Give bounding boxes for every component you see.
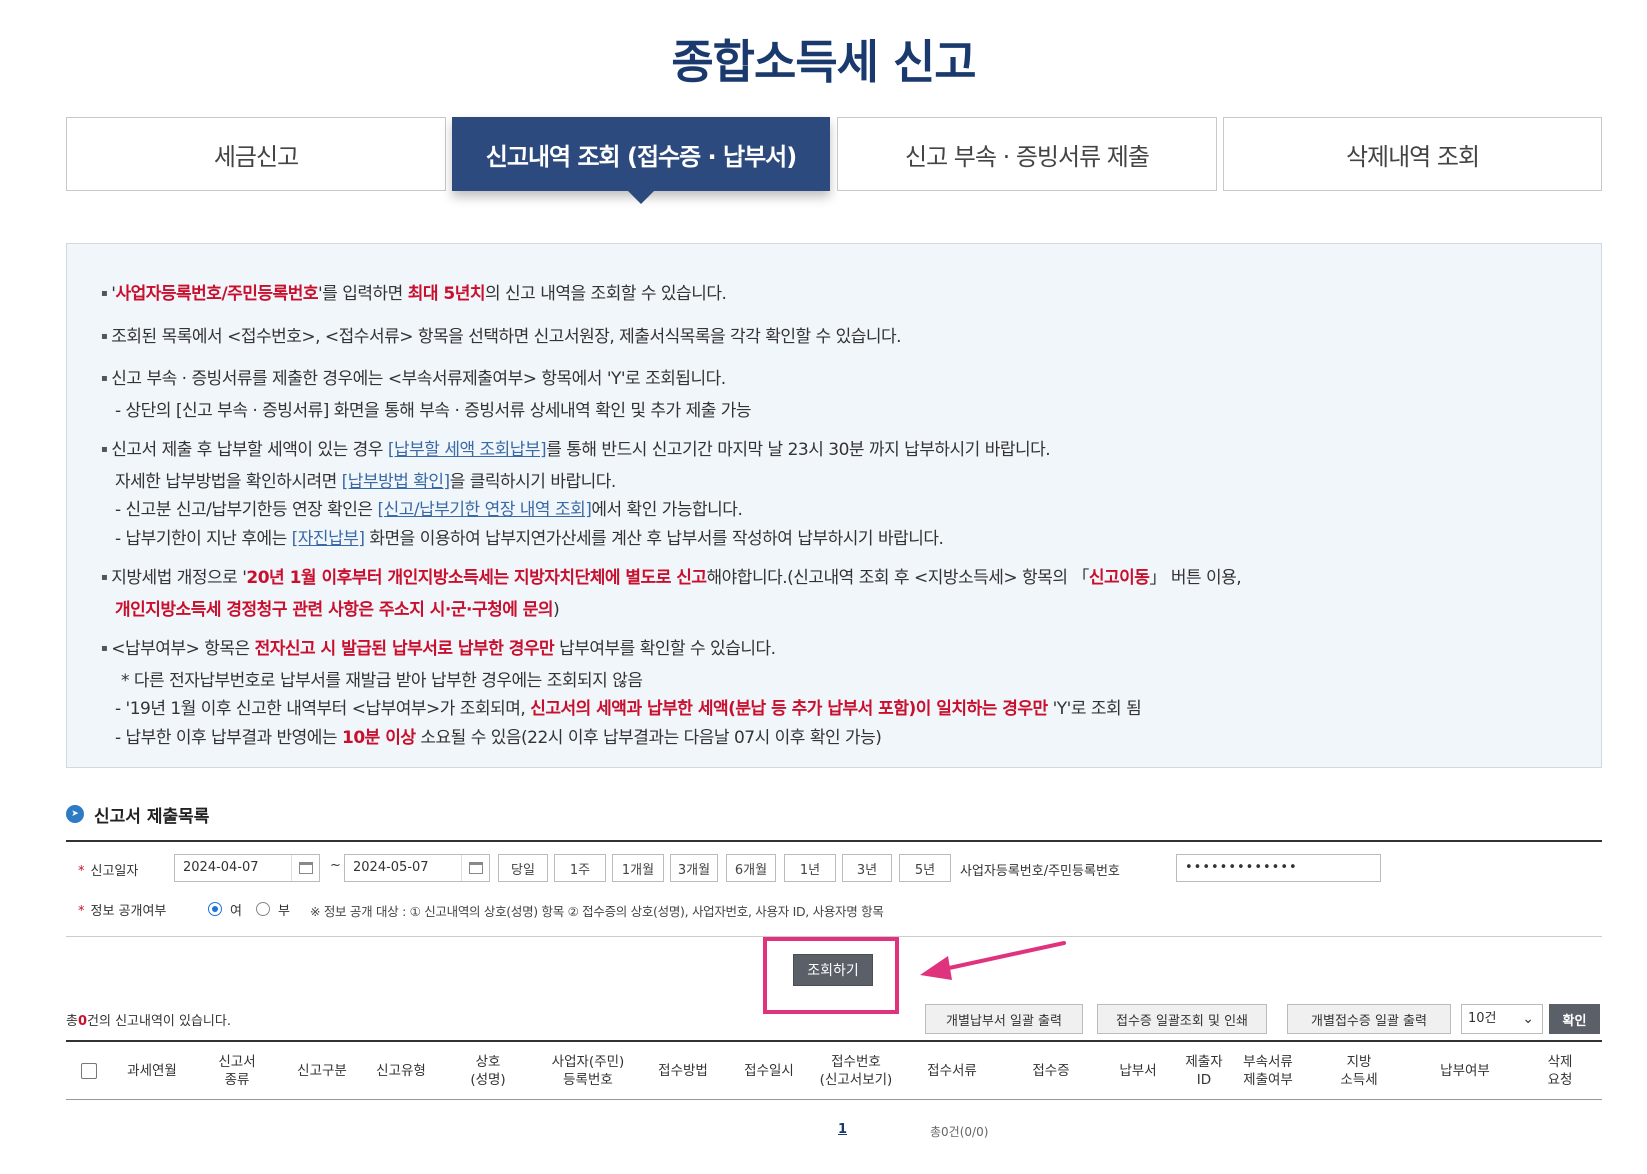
notice-line: <납부여부> 항목은 전자신고 시 발급된 납부서로 납부한 경우만 납부여부를… — [101, 635, 1567, 667]
table-header: 과세연월 신고서 종류 신고구분 신고유형 상호 (성명) 사업자(주민) 등록번호 … — [66, 1040, 1602, 1100]
period-1month-button[interactable]: 1개월 — [612, 854, 664, 882]
tax-payment-link[interactable]: [납부할 세액 조회납부] — [388, 440, 547, 460]
date-from-input[interactable]: 2024-04-07 — [174, 854, 320, 882]
page-link-1[interactable]: 1 — [838, 1122, 847, 1137]
batch-payment-print-button[interactable]: 개별납부서 일괄 출력 — [925, 1004, 1083, 1034]
calendar-icon[interactable] — [461, 855, 489, 881]
notice-line: 자세한 납부방법을 확인하시려면 [납부방법 확인]을 클릭하시기 바랍니다. — [115, 471, 616, 492]
notice-line: 지방세법 개정으로 '20년 1월 이후부터 개인지방소득세는 지방자치단체에 … — [101, 564, 1567, 596]
notice-line: - 상단의 [신고 부속 · 증빙서류] 화면을 통해 부속 · 증빙서류 상세… — [115, 400, 752, 421]
date-range-tilde: ~ — [330, 858, 341, 873]
period-1week-button[interactable]: 1주 — [554, 854, 606, 882]
public-yes-label: 여 — [230, 904, 242, 919]
notice-line: - 납부한 이후 납부결과 반영에는 10분 이상 소요될 수 있음(22시 이… — [115, 727, 882, 748]
batch-individual-receipt-button[interactable]: 개별접수증 일괄 출력 — [1287, 1004, 1451, 1034]
notice-line: 신고 부속 · 증빙서류를 제출한 경우에는 <부속서류제출여부> 항목에서 '… — [101, 365, 1567, 397]
notice-line: '사업자등록번호/주민등록번호'를 입력하면 최대 5년치의 신고 내역을 조회… — [101, 280, 1567, 312]
result-count: 총0건의 신고내역이 있습니다. — [66, 1014, 231, 1029]
pointer-arrow-icon — [920, 941, 1066, 980]
page-title: 종합소득세 신고 — [671, 35, 976, 89]
tab-deleted-history[interactable]: 삭제내역 조회 — [1223, 117, 1602, 191]
query-button[interactable]: 조회하기 — [793, 954, 873, 986]
extension-history-link[interactable]: [신고/납부기한 연장 내역 조회] — [377, 500, 591, 520]
tab-tax-filing[interactable]: 세금신고 — [66, 117, 446, 191]
column-header: 신고유형 — [376, 1063, 426, 1079]
column-header: 사업자(주민) 등록번호 — [551, 1054, 625, 1088]
chevron-down-icon: ⌄ — [1522, 1011, 1534, 1027]
notice-line: - 신고분 신고/납부기한등 연장 확인은 [신고/납부기한 연장 내역 조회]… — [115, 500, 743, 520]
tab-bar: 세금신고 신고내역 조회 (접수증 · 납부서) 신고 부속 · 증빙서류 제출… — [66, 117, 1602, 204]
column-header: 과세연월 — [127, 1063, 177, 1079]
section-title: ➤ 신고서 제출목록 — [66, 803, 209, 827]
select-all-cell — [66, 1042, 112, 1100]
batch-receipt-print-button[interactable]: 접수증 일괄조회 및 인쇄 — [1097, 1004, 1267, 1034]
arrow-circle-icon: ➤ — [66, 805, 84, 823]
notice-line: - 납부기한이 지난 후에는 [자진납부] 화면을 이용하여 납부지연가산세를 … — [115, 528, 944, 549]
column-header: 접수증 — [1032, 1063, 1070, 1079]
search-panel: * 신고일자 2024-04-07 ~ 2024-05-07 당일 1주 1개월 … — [66, 840, 1602, 937]
date-label: * 신고일자 — [78, 864, 139, 879]
column-header: 접수서류 — [927, 1063, 977, 1079]
column-header: 신고서 종류 — [218, 1054, 256, 1088]
column-header: 부속서류 제출여부 — [1243, 1054, 1293, 1088]
column-header: 납부여부 — [1440, 1063, 1490, 1079]
total-count: 총0건(0/0) — [930, 1125, 989, 1139]
public-info-text: ※ 정보 공개 대상 : ① 신고내역의 상호(성명) 항목 ② 접수증의 상호… — [310, 904, 884, 919]
period-today-button[interactable]: 당일 — [498, 854, 548, 882]
notice-line: 조회된 목록에서 <접수번호>, <접수서류> 항목을 선택하면 신고서원장, … — [101, 323, 1567, 355]
calendar-icon[interactable] — [291, 855, 319, 881]
column-header: 납부서 — [1119, 1063, 1157, 1079]
column-header: 지방 소득세 — [1340, 1054, 1378, 1088]
notice-line: - '19년 1월 이후 신고한 내역부터 <납부여부>가 조회되며, 신고서의… — [115, 699, 1142, 719]
column-header: 제출자 ID — [1185, 1054, 1223, 1088]
notice-line: 개인지방소득세 경정청구 관련 사항은 주소지 시·군·구청에 문의) — [115, 599, 560, 620]
notice-box: '사업자등록번호/주민등록번호'를 입력하면 최대 5년치의 신고 내역을 조회… — [66, 243, 1602, 768]
column-header: 상호 (성명) — [470, 1054, 506, 1088]
notice-line: * 다른 전자납부번호로 납부서를 재발급 받아 납부한 경우에는 조회되지 않… — [121, 670, 643, 691]
period-3year-button[interactable]: 3년 — [842, 854, 892, 882]
public-no-radio[interactable] — [256, 902, 270, 916]
notice-line: 신고서 제출 후 납부할 세액이 있는 경우 [납부할 세액 조회납부]를 통해… — [101, 436, 1567, 468]
column-header: 접수번호 (신고서보기) — [819, 1054, 893, 1088]
payment-method-link[interactable]: [납부방법 확인] — [342, 472, 451, 492]
id-input[interactable]: ••••••••••••• — [1176, 854, 1381, 882]
id-label: 사업자등록번호/주민등록번호 — [960, 864, 1120, 879]
period-3month-button[interactable]: 3개월 — [670, 854, 718, 882]
select-all-checkbox[interactable] — [81, 1063, 97, 1079]
public-yes-radio[interactable] — [208, 902, 222, 916]
period-1year-button[interactable]: 1년 — [784, 854, 836, 882]
tab-attachment-submit[interactable]: 신고 부속 · 증빙서류 제출 — [837, 117, 1217, 191]
tab-filing-history[interactable]: 신고내역 조회 (접수증 · 납부서) — [452, 117, 830, 204]
page-size-select[interactable]: 10건 ⌄ — [1461, 1004, 1543, 1034]
public-label: * 정보 공개여부 — [78, 904, 167, 919]
column-header: 삭제 요청 — [1547, 1054, 1573, 1088]
self-payment-link[interactable]: [자진납부] — [292, 529, 365, 549]
date-to-input[interactable]: 2024-05-07 — [344, 854, 490, 882]
period-5year-button[interactable]: 5년 — [899, 854, 951, 882]
column-header: 접수일시 — [744, 1063, 794, 1079]
confirm-button[interactable]: 확인 — [1549, 1004, 1600, 1034]
period-6month-button[interactable]: 6개월 — [726, 854, 776, 882]
public-no-label: 부 — [278, 904, 290, 919]
column-header: 신고구분 — [297, 1063, 347, 1079]
column-header: 접수방법 — [658, 1063, 708, 1079]
